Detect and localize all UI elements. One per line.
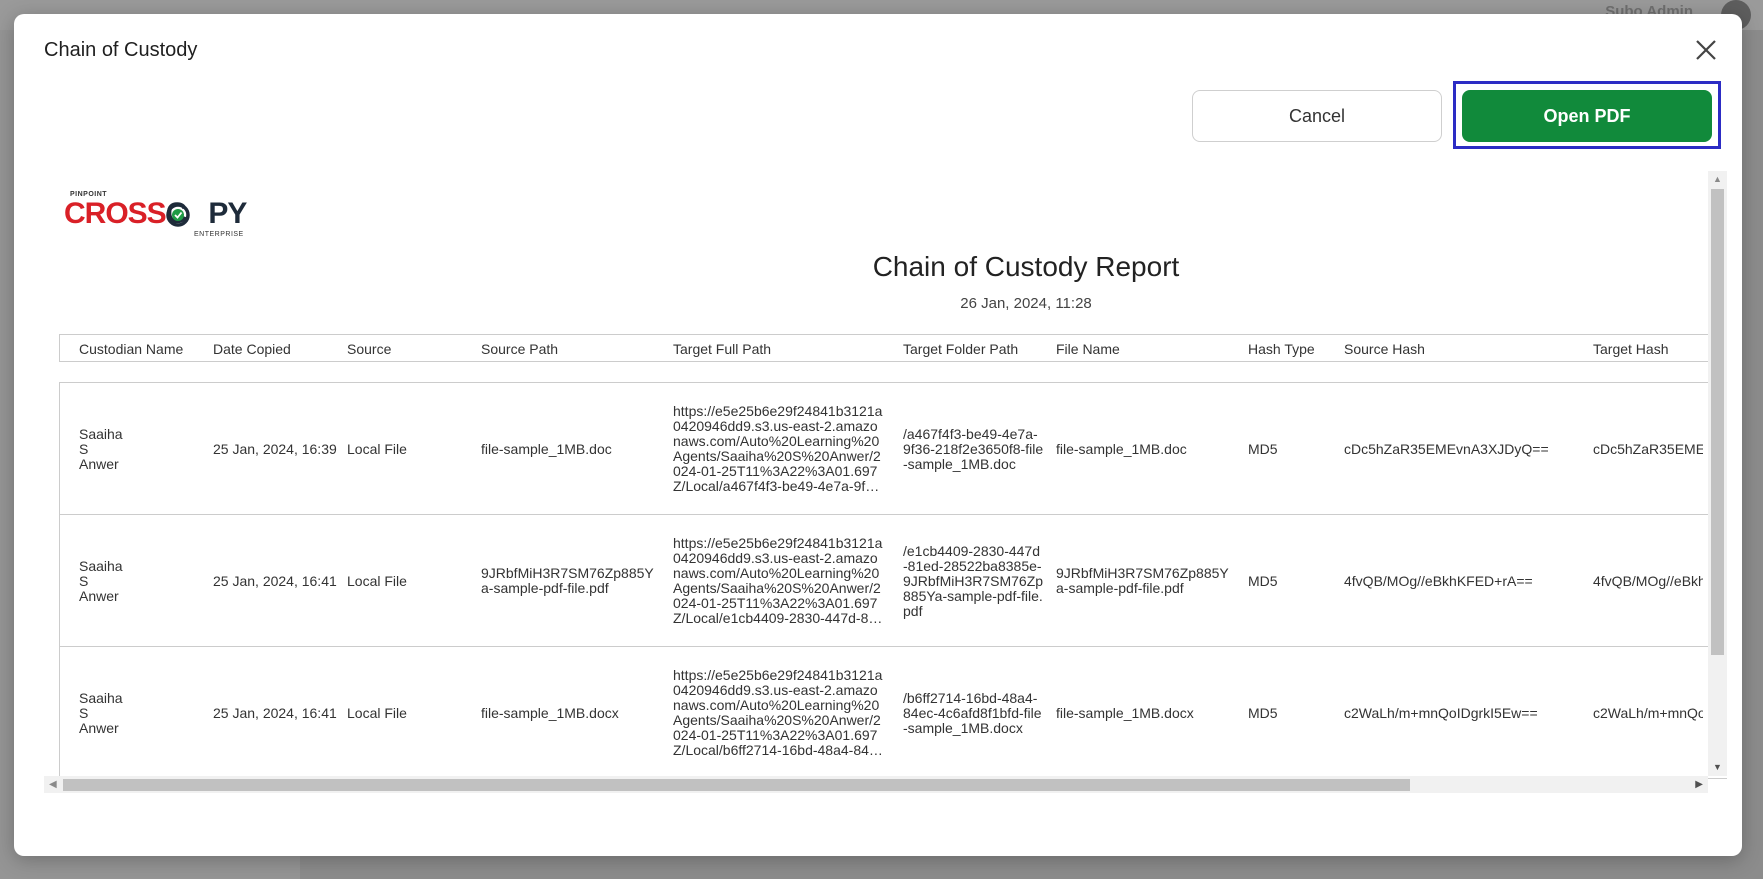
hash-type: MD5: [1248, 441, 1278, 457]
table-header: Custodian Name Date Copied Source Source…: [59, 334, 1727, 362]
source: Local File: [347, 705, 407, 721]
scroll-up-arrow-icon[interactable]: ▲: [1713, 175, 1722, 184]
target-folder-path: /b6ff2714-16bd-48a4- 84ec-4c6afd8f1bfd-fi…: [903, 690, 1042, 736]
table-row: Saaiha S Anwer 25 Jan, 2024, 16:41 Local F…: [60, 515, 1727, 647]
hash-type: MD5: [1248, 573, 1278, 589]
target-full-path: https://e5e25b6e29f24841b3121a 0420946dd9…: [673, 404, 883, 494]
column-header: Source Path: [481, 341, 559, 357]
source-hash: cDc5hZaR35EMEvnA3XJDyQ==: [1344, 441, 1549, 457]
cancel-button[interactable]: Cancel: [1192, 90, 1442, 142]
open-pdf-button[interactable]: Open PDF: [1462, 90, 1712, 142]
date-copied: 25 Jan, 2024, 16:41: [213, 573, 337, 589]
column-header: Custodian Name: [79, 341, 184, 357]
source: Local File: [347, 441, 407, 457]
column-header: Target Folder Path: [903, 341, 1019, 357]
logo-wordmark: CROSSCPY: [64, 197, 247, 230]
source-hash: c2WaLh/m+mnQoIDgrkI5Ew==: [1344, 705, 1538, 721]
file-name: file-sample_1MB.doc: [1056, 441, 1187, 457]
custodian-name: Saaiha S Anwer: [79, 558, 123, 604]
table-row: Saaiha S Anwer 25 Jan, 2024, 16:41 Local F…: [60, 647, 1727, 779]
custodian-name: Saaiha S Anwer: [79, 690, 123, 736]
column-header: Hash Type: [1248, 341, 1315, 357]
file-name: 9JRbfMiH3R7SM76Zp885Y a-sample-pdf-file.p…: [1056, 565, 1229, 596]
column-header: Source: [347, 341, 392, 357]
close-button[interactable]: [1692, 36, 1720, 64]
scroll-right-arrow-icon[interactable]: ▶: [1695, 779, 1703, 790]
target-folder-path: /e1cb4409-2830-447d -81ed-28522ba8385e- 9J…: [903, 543, 1044, 619]
target-full-path: https://e5e25b6e29f24841b3121a 0420946dd9…: [673, 668, 883, 758]
table-body: Saaiha S Anwer 25 Jan, 2024, 16:39 Local F…: [59, 382, 1727, 779]
source-path: file-sample_1MB.doc: [481, 441, 612, 457]
horizontal-scrollbar[interactable]: ◀ ▶: [44, 776, 1708, 793]
scroll-down-arrow-icon[interactable]: ▼: [1713, 763, 1722, 772]
crosscopy-logo: PINPOINT CROSSCPY ENTERPRISE: [64, 191, 264, 241]
date-copied: 25 Jan, 2024, 16:41: [213, 705, 337, 721]
hash-type: MD5: [1248, 705, 1278, 721]
target-hash: cDc5hZaR35EMEvnA3XJDyQ==: [1593, 442, 1703, 457]
horizontal-scroll-thumb[interactable]: [63, 779, 1410, 791]
column-header: Target Hash: [1593, 341, 1669, 357]
report-date: 26 Jan, 2024, 11:28: [960, 295, 1092, 312]
vertical-scrollbar[interactable]: ▲ ▼: [1708, 171, 1727, 776]
custodian-name: Saaiha S Anwer: [79, 426, 123, 472]
source: Local File: [347, 573, 407, 589]
file-name: file-sample_1MB.docx: [1056, 705, 1194, 721]
source-path: 9JRbfMiH3R7SM76Zp885Y a-sample-pdf-file.p…: [481, 565, 654, 596]
date-copied: 25 Jan, 2024, 16:39: [213, 441, 337, 457]
report-viewer[interactable]: PINPOINT CROSSCPY ENTERPRISE Chain of Cu…: [44, 171, 1727, 793]
target-folder-path: /a467f4f3-be49-4e7a- 9f36-218f2e3650f8-fi…: [903, 426, 1044, 472]
column-header: Source Hash: [1344, 341, 1425, 357]
logo-bottom-text: ENTERPRISE: [194, 231, 244, 238]
column-header: Target Full Path: [673, 341, 772, 357]
scroll-left-arrow-icon[interactable]: ◀: [49, 779, 57, 790]
vertical-scroll-thumb[interactable]: [1711, 189, 1724, 655]
table-row: Saaiha S Anwer 25 Jan, 2024, 16:39 Local F…: [60, 383, 1727, 515]
source-hash: 4fvQB/MOg//eBkhKFED+rA==: [1344, 573, 1533, 589]
target-hash: 4fvQB/MOg//eBkhKFED+rA==: [1593, 574, 1703, 589]
report-title: Chain of Custody Report: [872, 251, 1180, 282]
column-header: Date Copied: [213, 341, 291, 357]
target-full-path: https://e5e25b6e29f24841b3121a 0420946dd9…: [673, 536, 883, 626]
logo-check-icon: [166, 203, 190, 227]
close-icon: [1696, 40, 1716, 60]
modal-title: Chain of Custody: [44, 39, 198, 61]
target-hash: c2WaLh/m+mnQoIDgrkI5Ew==: [1593, 706, 1703, 721]
chain-of-custody-modal: Chain of Custody Cancel Open PDF PINPOIN…: [14, 14, 1742, 856]
source-path: file-sample_1MB.docx: [481, 705, 619, 721]
column-header: File Name: [1056, 341, 1120, 357]
